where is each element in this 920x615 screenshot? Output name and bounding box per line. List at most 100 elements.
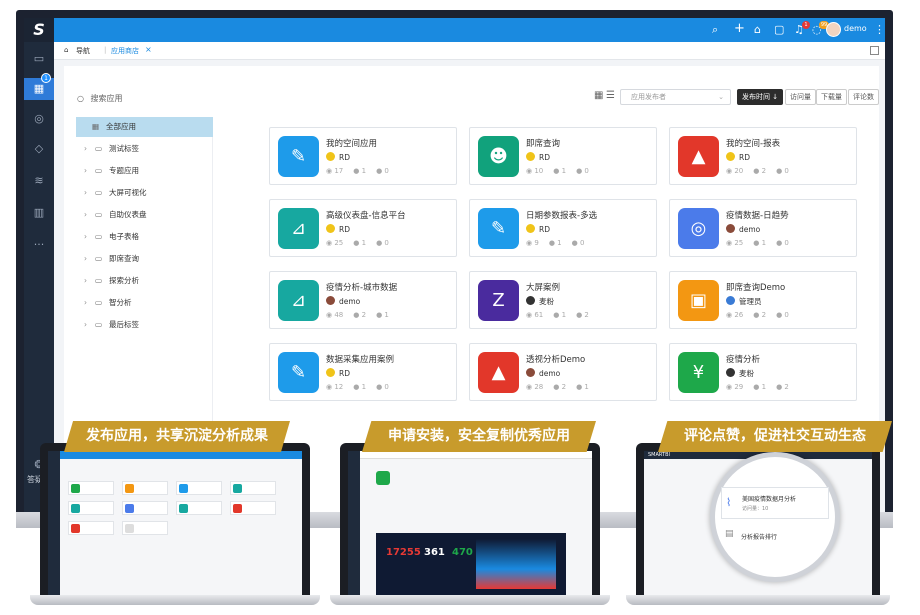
tree-item[interactable]: › ▭ 电子表格 bbox=[76, 227, 213, 247]
app-title[interactable]: 高级仪表盘-信息平台 bbox=[326, 209, 406, 221]
tree-item[interactable]: › ▭ 专题应用 bbox=[76, 161, 213, 181]
menu-dots-icon[interactable]: ⋮ bbox=[874, 23, 885, 37]
app-logo[interactable]: S bbox=[24, 18, 54, 42]
app-title[interactable]: 数据采集应用案例 bbox=[326, 353, 394, 365]
app-card[interactable]: ✎ 数据采集应用案例 RD ◉ 12 ● 1 ● 0 bbox=[269, 343, 457, 401]
sort-comments-button[interactable]: 评论数 bbox=[848, 89, 879, 105]
app-title[interactable]: 我的空间-报表 bbox=[726, 137, 780, 149]
app-title[interactable]: 疫情分析 bbox=[726, 353, 760, 365]
search-box[interactable]: ○ 搜索应用 bbox=[77, 93, 123, 104]
chart-icon[interactable]: ▥ bbox=[31, 206, 47, 220]
chevron-right-icon[interactable]: › bbox=[84, 227, 87, 247]
tree-item[interactable]: › ▭ 自助仪表盘 bbox=[76, 205, 213, 225]
chevron-right-icon[interactable]: › bbox=[84, 205, 87, 225]
home-icon[interactable]: ⌂ bbox=[754, 23, 761, 37]
folder-icon: ▭ bbox=[95, 188, 103, 197]
app-card[interactable]: ⊿ 高级仪表盘-信息平台 RD ◉ 25 ● 1 ● 0 bbox=[269, 199, 457, 257]
chevron-right-icon[interactable]: › bbox=[84, 249, 87, 269]
sort-visits-button[interactable]: 访问量 bbox=[785, 89, 816, 105]
app-title[interactable]: 疫情分析-城市数据 bbox=[326, 281, 397, 293]
chevron-right-icon[interactable]: › bbox=[84, 161, 87, 181]
nav-badge: 1 bbox=[41, 73, 51, 83]
comments-stat: ● 0 bbox=[776, 311, 789, 319]
sort-publish-time-button[interactable]: 发布时间 ↓ bbox=[737, 89, 784, 105]
grid-view-icon[interactable]: ▦ bbox=[594, 90, 603, 101]
app-card[interactable]: ✎ 我的空间应用 RD ◉ 17 ● 1 ● 0 bbox=[269, 127, 457, 185]
app-card[interactable]: ¥ 疫情分析 麦粉 ◉ 29 ● 1 ● 2 bbox=[669, 343, 857, 401]
tree-item[interactable]: › ▭ 测试标签 bbox=[76, 139, 213, 159]
tree-item-all[interactable]: ▦ 全部应用 bbox=[76, 117, 213, 137]
comments-stat: ● 0 bbox=[376, 239, 389, 247]
doc-icon: ▤ bbox=[725, 529, 734, 539]
app-card[interactable]: ▣ 即席查询Demo 管理员 ◉ 26 ● 2 ● 0 bbox=[669, 271, 857, 329]
user-avatar[interactable] bbox=[826, 22, 841, 37]
views-stat: ◉ 29 bbox=[726, 383, 744, 391]
cube-icon[interactable]: ◇ bbox=[31, 142, 47, 156]
tree-item[interactable]: › ▭ 即席查询 bbox=[76, 249, 213, 269]
comments-stat: ● 0 bbox=[576, 167, 589, 175]
app-icon: ▲ bbox=[678, 136, 719, 177]
app-title[interactable]: 即席查询 bbox=[526, 137, 560, 149]
user-name[interactable]: demo bbox=[844, 24, 867, 33]
tab-app-store[interactable]: 应用商店 bbox=[111, 46, 139, 56]
close-tab-icon[interactable]: × bbox=[145, 45, 152, 54]
author-avatar bbox=[326, 368, 335, 377]
app-stats: ◉ 48 ● 2 ● 1 bbox=[326, 311, 399, 319]
database-icon[interactable]: ◎ bbox=[31, 112, 47, 126]
app-author: demo bbox=[726, 224, 760, 234]
fullscreen-icon[interactable] bbox=[870, 46, 879, 55]
chevron-right-icon[interactable]: › bbox=[84, 293, 87, 313]
app-title[interactable]: 疫情数据-日趋势 bbox=[726, 209, 789, 221]
app-card[interactable]: Z 大屏案例 麦粉 ◉ 61 ● 1 ● 2 bbox=[469, 271, 657, 329]
publisher-select[interactable]: 应用发布者 ⌄ bbox=[620, 89, 731, 105]
comments-stat: ● 1 bbox=[576, 383, 589, 391]
monitor-icon[interactable]: ▭ bbox=[31, 52, 47, 66]
tree-item[interactable]: › ▭ 大屏可视化 bbox=[76, 183, 213, 203]
app-card[interactable]: ☻ 即席查询 RD ◉ 10 ● 1 ● 0 bbox=[469, 127, 657, 185]
add-icon[interactable]: + bbox=[734, 22, 745, 36]
tree-item[interactable]: › ▭ 探索分析 bbox=[76, 271, 213, 291]
breadcrumb-home[interactable]: 导航 bbox=[76, 46, 90, 56]
app-icon: ✎ bbox=[478, 208, 519, 249]
users-stat: ● 2 bbox=[753, 311, 767, 319]
app-title[interactable]: 大屏案例 bbox=[526, 281, 560, 293]
app-title[interactable]: 我的空间应用 bbox=[326, 137, 377, 149]
views-stat: ◉ 26 bbox=[726, 311, 744, 319]
app-author: RD bbox=[326, 152, 350, 162]
views-stat: ◉ 28 bbox=[526, 383, 544, 391]
comments-stat: ● 0 bbox=[571, 239, 585, 247]
app-stats: ◉ 12 ● 1 ● 0 bbox=[326, 383, 399, 391]
search-icon[interactable]: ⌕ bbox=[712, 23, 718, 37]
app-card[interactable]: ▲ 透视分析Demo demo ◉ 28 ● 2 ● 1 bbox=[469, 343, 657, 401]
app-title[interactable]: 日期参数报表-多选 bbox=[526, 209, 597, 221]
search-input[interactable]: 搜索应用 bbox=[91, 94, 123, 103]
grid-icon: ▦ bbox=[92, 122, 100, 131]
comments-stat: ● 2 bbox=[576, 311, 589, 319]
app-card[interactable]: ✎ 日期参数报表-多选 RD ◉ 9 ● 1 ● 0 bbox=[469, 199, 657, 257]
app-title[interactable]: 即席查询Demo bbox=[726, 281, 785, 293]
home-icon[interactable]: ⌂ bbox=[64, 46, 68, 54]
app-card[interactable]: ▲ 我的空间-报表 RD ◉ 20 ● 2 ● 0 bbox=[669, 127, 857, 185]
chevron-right-icon[interactable]: › bbox=[84, 271, 87, 291]
app-title[interactable]: 透视分析Demo bbox=[526, 353, 585, 365]
chevron-right-icon[interactable]: › bbox=[84, 183, 87, 203]
views-stat: ◉ 25 bbox=[326, 239, 344, 247]
folder-icon: ▭ bbox=[95, 298, 103, 307]
chevron-right-icon[interactable]: › bbox=[84, 139, 87, 159]
tree-item[interactable]: › ▭ 智分析 bbox=[76, 293, 213, 313]
views-stat: ◉ 48 bbox=[326, 311, 344, 319]
chevron-right-icon[interactable]: › bbox=[84, 315, 87, 335]
comments-stat: ● 0 bbox=[376, 167, 389, 175]
author-avatar bbox=[526, 296, 535, 305]
sort-downloads-button[interactable]: 下载量 bbox=[816, 89, 847, 105]
comments-stat: ● 0 bbox=[776, 239, 789, 247]
more-icon[interactable]: ··· bbox=[31, 238, 47, 252]
app-icon: Z bbox=[478, 280, 519, 321]
tree-item[interactable]: › ▭ 最后标签 bbox=[76, 315, 213, 335]
lock-icon[interactable]: ▢ bbox=[774, 23, 784, 37]
list-view-icon[interactable]: ☰ bbox=[606, 90, 615, 101]
app-card[interactable]: ⊿ 疫情分析-城市数据 demo ◉ 48 ● 2 ● 1 bbox=[269, 271, 457, 329]
layers-icon[interactable]: ≋ bbox=[31, 174, 47, 188]
author-avatar bbox=[726, 224, 735, 233]
app-card[interactable]: ◎ 疫情数据-日趋势 demo ◉ 25 ● 1 ● 0 bbox=[669, 199, 857, 257]
